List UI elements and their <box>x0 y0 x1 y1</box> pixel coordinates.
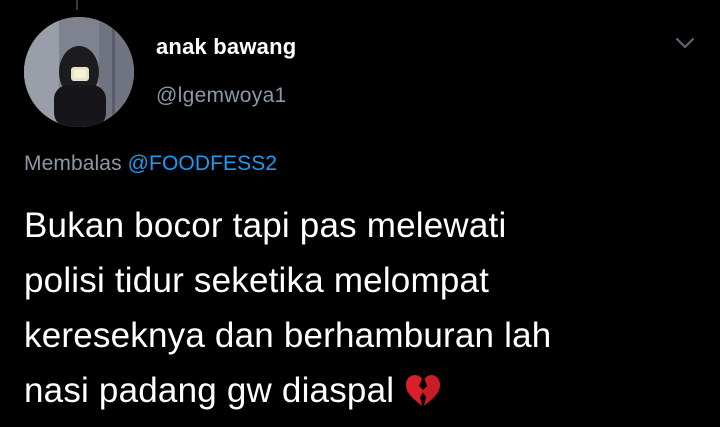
tweet-text-line-last: nasi padang gw diaspal <box>24 363 704 424</box>
avatar[interactable] <box>24 17 134 127</box>
tweet-text-line: Bukan bocor tapi pas melewati <box>24 206 507 245</box>
reply-context: Membalas @FOODFESS2 <box>24 150 277 178</box>
reply-prefix: Membalas <box>24 152 122 175</box>
tweet-header: anak bawang @lgemwoya1 <box>20 17 710 127</box>
chevron-down-icon[interactable] <box>674 36 696 50</box>
user-info: anak bawang @lgemwoya1 <box>156 33 296 109</box>
tweet-text: Bukan bocor tapi pas melewati polisi tid… <box>24 198 704 424</box>
tweet-text-line: kereseknya dan berhamburan lah <box>24 316 552 355</box>
avatar-image <box>24 17 134 127</box>
tweet-text-segment: nasi padang gw diaspal <box>24 371 395 410</box>
tweet-text-line: polisi tidur seketika melompat <box>24 261 490 300</box>
user-handle[interactable]: @lgemwoya1 <box>156 83 296 109</box>
display-name[interactable]: anak bawang <box>156 33 296 61</box>
reply-mention-link[interactable]: @FOODFESS2 <box>128 152 278 175</box>
thread-connector-line <box>76 0 78 10</box>
broken-heart-icon <box>404 369 441 424</box>
